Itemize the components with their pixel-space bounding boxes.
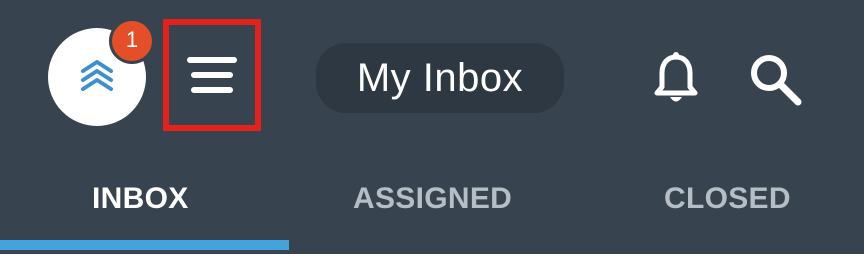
selected-tab-indicator xyxy=(0,240,289,250)
hamburger-menu-icon xyxy=(187,57,237,93)
search-icon xyxy=(751,55,802,106)
stacked-chevrons-icon xyxy=(81,60,113,91)
bell-icon xyxy=(654,52,698,102)
top-app-bar: 1 My Inbox xyxy=(0,0,864,150)
notification-badge: 1 xyxy=(109,18,155,64)
tab-closed[interactable]: CLOSED xyxy=(664,182,791,216)
account-avatar[interactable]: 1 xyxy=(48,18,155,128)
hamburger-menu-button[interactable] xyxy=(163,19,261,131)
page-title[interactable]: My Inbox xyxy=(316,43,564,113)
search-button[interactable] xyxy=(742,46,808,112)
tab-assigned[interactable]: ASSIGNED xyxy=(353,182,512,216)
tab-bar: INBOX ASSIGNED CLOSED xyxy=(0,150,864,268)
notifications-button[interactable] xyxy=(644,46,708,112)
tab-inbox[interactable]: INBOX xyxy=(92,182,189,216)
app-window: 1 My Inbox INBOX ASSIGNED CLOSED xyxy=(0,0,864,268)
content-area-edge xyxy=(0,254,864,268)
